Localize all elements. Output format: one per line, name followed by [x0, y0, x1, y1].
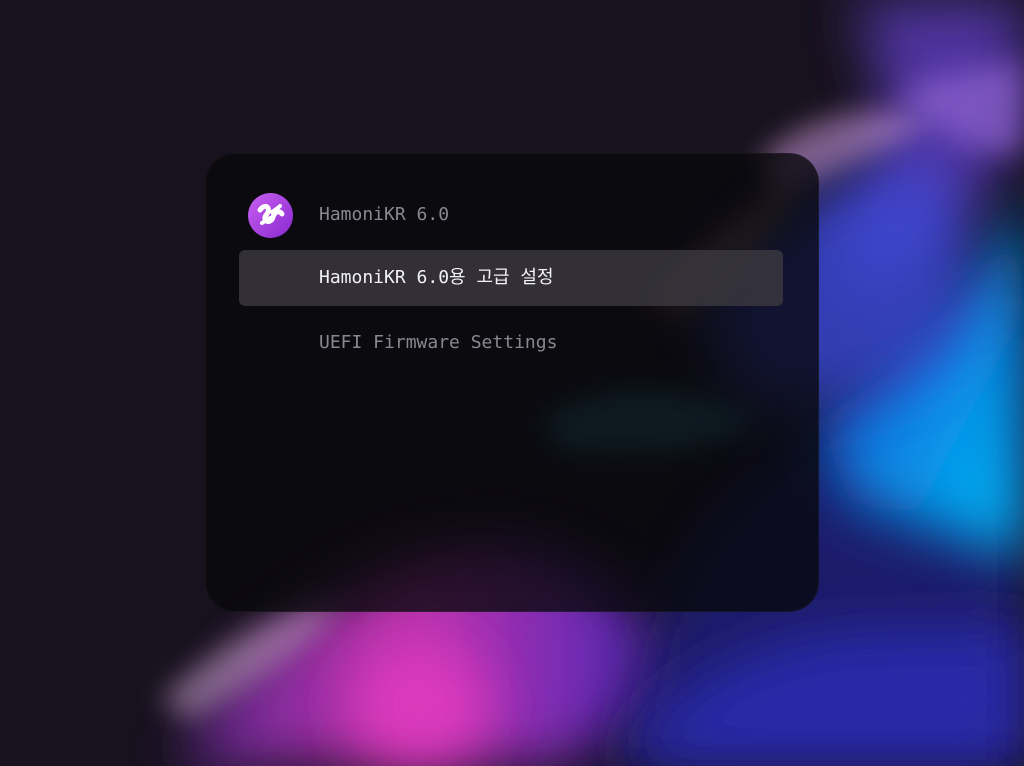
boot-screen: HamoniKR 6.0 HamoniKR 6.0용 고급 설정 UEFI Fi… [0, 0, 1024, 766]
boot-entry-uefi-firmware-settings[interactable]: UEFI Firmware Settings [239, 315, 783, 371]
hamonikr-logo-icon [248, 193, 293, 238]
boot-entry-label: UEFI Firmware Settings [319, 332, 558, 353]
boot-entry-hamonikr[interactable]: HamoniKR 6.0 [239, 187, 783, 243]
boot-entry-label: HamoniKR 6.0용 고급 설정 [319, 267, 554, 288]
boot-menu-panel: HamoniKR 6.0 HamoniKR 6.0용 고급 설정 UEFI Fi… [205, 153, 819, 612]
boot-entry-label: HamoniKR 6.0 [319, 204, 450, 225]
boot-entry-advanced-options[interactable]: HamoniKR 6.0용 고급 설정 [239, 250, 783, 306]
